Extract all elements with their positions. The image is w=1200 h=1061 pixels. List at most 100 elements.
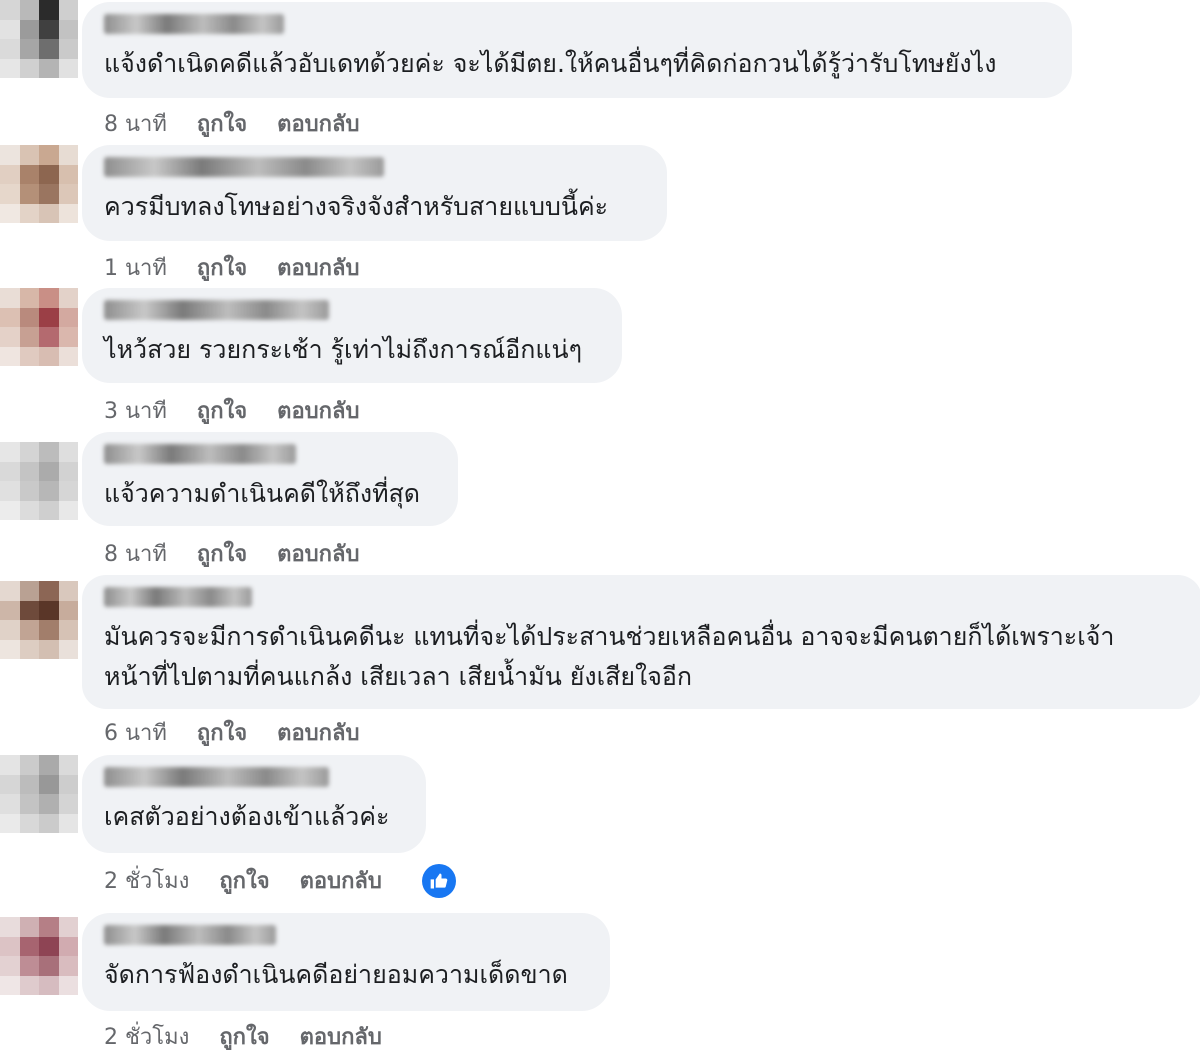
avatar-pixel (58, 307, 78, 327)
reply-button[interactable]: ตอบกลับ (300, 1019, 382, 1054)
comment-bubble: ควรมีบทลงโทษอย่างจริงจังสำหรับสายแบบนี้ค… (82, 145, 667, 241)
avatar-pixel (19, 500, 39, 520)
avatar-pixel (0, 500, 20, 520)
timestamp[interactable]: 2 ชั่วโมง (104, 1019, 189, 1054)
avatar-pixel (58, 581, 78, 601)
timestamp[interactable]: 6 นาที (104, 715, 167, 750)
avatar-pixel (39, 755, 59, 775)
avatar-pixel (39, 620, 59, 640)
avatar-pixel (19, 975, 39, 995)
avatar-pixel (58, 600, 78, 620)
avatar-pixel (19, 0, 39, 20)
reply-button[interactable]: ตอบกลับ (277, 106, 359, 141)
comment-text: แจ้วความดำเนินคดีให้ถึงที่สุด (104, 479, 421, 508)
avatar-pixel (58, 58, 78, 78)
thumbs-up-icon[interactable] (421, 863, 456, 898)
avatar-pixel (58, 620, 78, 640)
author-name-blurred[interactable] (104, 157, 384, 177)
avatar[interactable] (0, 581, 78, 659)
avatar-pixel (58, 639, 78, 659)
avatar-pixel (19, 19, 39, 39)
comment-actions: 2 ชั่วโมง ถูกใจ ตอบกลับ (104, 1019, 382, 1054)
avatar-pixel (19, 346, 39, 366)
timestamp[interactable]: 1 นาที (104, 250, 167, 285)
comment-text: มันควรจะมีการดำเนินคดีนะ แทนที่จะได้ประส… (104, 622, 1115, 691)
reply-button[interactable]: ตอบกลับ (277, 536, 359, 571)
avatar[interactable] (0, 0, 78, 78)
avatar-pixel (39, 461, 59, 481)
avatar-pixel (19, 956, 39, 976)
avatar-pixel (58, 346, 78, 366)
timestamp[interactable]: 8 นาที (104, 106, 167, 141)
avatar-pixel (39, 19, 59, 39)
comment-actions: 8 นาที ถูกใจ ตอบกลับ (104, 536, 359, 571)
reply-button[interactable]: ตอบกลับ (277, 393, 359, 428)
avatar-pixel (19, 442, 39, 462)
like-button[interactable]: ถูกใจ (197, 536, 247, 571)
avatar-pixel (58, 917, 78, 937)
reply-button[interactable]: ตอบกลับ (277, 715, 359, 750)
avatar-pixel (58, 956, 78, 976)
avatar[interactable] (0, 288, 78, 366)
avatar-pixel (58, 481, 78, 501)
comment-actions: 2 ชั่วโมง ถูกใจ ตอบกลับ (104, 863, 456, 898)
author-name-blurred[interactable] (104, 767, 329, 787)
avatar-pixel (0, 39, 20, 59)
author-name-blurred[interactable] (104, 587, 252, 607)
avatar-pixel (58, 164, 78, 184)
author-name-blurred[interactable] (104, 300, 329, 320)
avatar-pixel (0, 774, 20, 794)
avatar[interactable] (0, 442, 78, 520)
avatar-pixel (19, 774, 39, 794)
timestamp[interactable]: 2 ชั่วโมง (104, 863, 189, 898)
avatar-pixel (39, 203, 59, 223)
avatar-pixel (19, 813, 39, 833)
timestamp[interactable]: 8 นาที (104, 536, 167, 571)
comment-bubble: มันควรจะมีการดำเนินคดีนะ แทนที่จะได้ประส… (82, 575, 1200, 709)
like-button[interactable]: ถูกใจ (197, 250, 247, 285)
avatar-pixel (19, 917, 39, 937)
reply-button[interactable]: ตอบกลับ (277, 250, 359, 285)
avatar-pixel (0, 936, 20, 956)
avatar-pixel (0, 639, 20, 659)
avatar-pixel (39, 917, 59, 937)
avatar[interactable] (0, 755, 78, 833)
comment-bubble: แจ้งดำเนิดคดีแล้วอับเดทด้วยค่ะ จะได้มีตย… (82, 2, 1072, 98)
avatar-pixel (0, 203, 20, 223)
avatar-pixel (39, 813, 59, 833)
avatar-pixel (0, 184, 20, 204)
avatar-pixel (0, 346, 20, 366)
avatar-pixel (39, 581, 59, 601)
avatar-pixel (39, 500, 59, 520)
avatar[interactable] (0, 917, 78, 995)
avatar-pixel (19, 327, 39, 347)
avatar-pixel (0, 956, 20, 976)
comment-bubble: แจ้วความดำเนินคดีให้ถึงที่สุด (82, 432, 458, 526)
like-button[interactable]: ถูกใจ (197, 106, 247, 141)
avatar-pixel (39, 639, 59, 659)
like-button[interactable]: ถูกใจ (197, 393, 247, 428)
avatar-pixel (0, 327, 20, 347)
avatar-pixel (0, 813, 20, 833)
avatar-pixel (58, 19, 78, 39)
avatar[interactable] (0, 145, 78, 223)
comment-text: ไหว้สวย รวยกระเช้า รู้เท่าไม่ถึงการณ์อีก… (104, 335, 583, 364)
avatar-pixel (19, 481, 39, 501)
avatar-pixel (58, 774, 78, 794)
like-button[interactable]: ถูกใจ (219, 1019, 269, 1054)
comment-text: ควรมีบทลงโทษอย่างจริงจังสำหรับสายแบบนี้ค… (104, 192, 609, 221)
avatar-pixel (39, 288, 59, 308)
reply-button[interactable]: ตอบกลับ (300, 863, 382, 898)
avatar-pixel (19, 620, 39, 640)
avatar-pixel (58, 0, 78, 20)
like-button[interactable]: ถูกใจ (197, 715, 247, 750)
timestamp[interactable]: 3 นาที (104, 393, 167, 428)
author-name-blurred[interactable] (104, 444, 296, 464)
author-name-blurred[interactable] (104, 14, 284, 34)
author-name-blurred[interactable] (104, 925, 276, 945)
avatar-pixel (58, 936, 78, 956)
comment-actions: 3 นาที ถูกใจ ตอบกลับ (104, 393, 359, 428)
like-button[interactable]: ถูกใจ (219, 863, 269, 898)
comment-text: แจ้งดำเนิดคดีแล้วอับเดทด้วยค่ะ จะได้มีตย… (104, 49, 997, 78)
avatar-pixel (19, 39, 39, 59)
